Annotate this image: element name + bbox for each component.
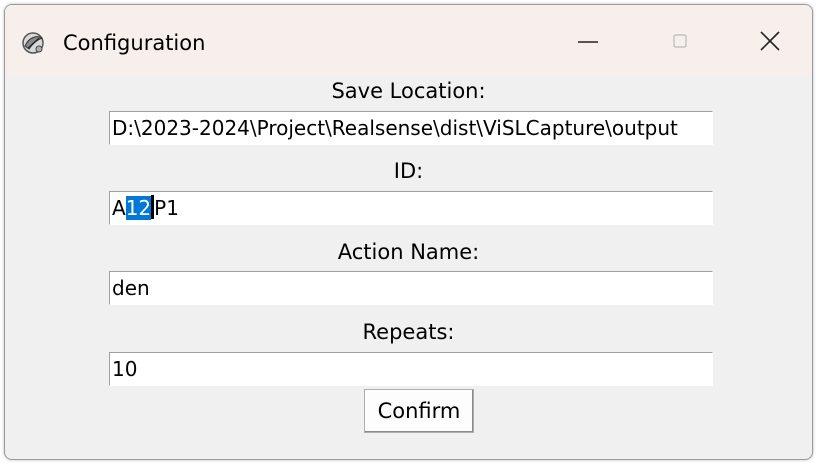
save-location-label: Save Location: <box>5 77 812 105</box>
repeats-input[interactable]: 10 <box>109 352 713 386</box>
save-location-input[interactable]: D:\2023-2024\Project\Realsense\dist\ViSL… <box>109 111 713 145</box>
close-icon <box>758 29 782 57</box>
repeats-label: Repeats: <box>5 318 812 346</box>
maximize-icon <box>670 31 690 55</box>
configuration-window: Configuration Save Location: D:\2023-202… <box>4 4 813 460</box>
id-label: ID: <box>5 157 812 185</box>
confirm-button[interactable]: Confirm <box>364 389 474 433</box>
id-value-selection: 12 <box>125 196 152 220</box>
id-value-prefix: A <box>112 196 126 220</box>
action-name-input[interactable]: den <box>109 271 713 305</box>
save-location-value: D:\2023-2024\Project\Realsense\dist\ViSL… <box>112 116 678 140</box>
minimize-icon <box>576 29 600 57</box>
id-input[interactable]: A12 P1 <box>109 191 713 225</box>
window-title: Configuration <box>63 31 206 55</box>
action-name-value: den <box>112 276 150 300</box>
id-value-suffix: P1 <box>154 196 179 220</box>
maximize-button[interactable] <box>645 17 715 69</box>
feather-icon <box>19 29 47 57</box>
close-button[interactable] <box>735 17 805 69</box>
minimize-button[interactable] <box>553 17 623 69</box>
repeats-value: 10 <box>112 357 138 381</box>
action-name-label: Action Name: <box>5 238 812 266</box>
title-bar[interactable]: Configuration <box>5 5 812 81</box>
